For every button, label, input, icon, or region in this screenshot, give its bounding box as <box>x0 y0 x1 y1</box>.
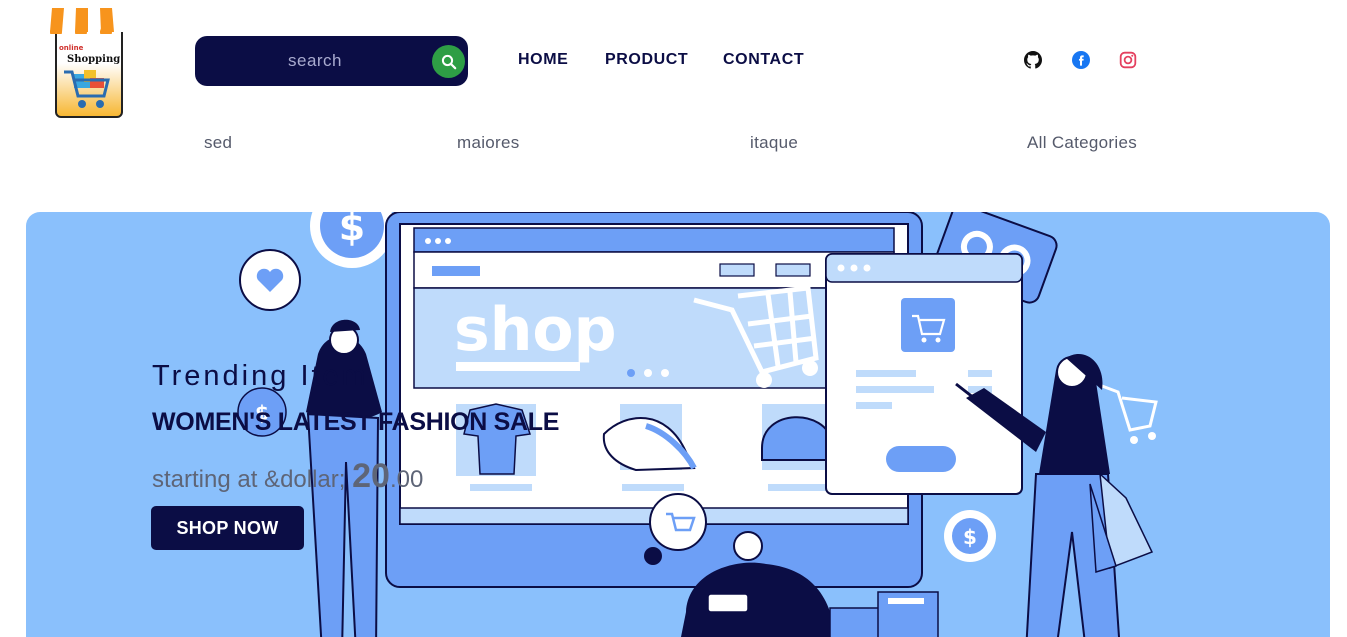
logo-text-online: online <box>59 44 84 52</box>
illustration-shop-word: shop <box>454 295 617 365</box>
awning-icon <box>50 8 128 34</box>
shop-now-button[interactable]: SHOP NOW <box>151 506 304 550</box>
nav-contact[interactable]: CONTACT <box>723 51 804 69</box>
banner-price: starting at &dollar; 20.00 <box>152 457 423 496</box>
banner-trending-label: Trending Item <box>152 360 369 392</box>
search-bar <box>195 36 468 86</box>
instagram-icon[interactable] <box>1119 51 1137 69</box>
svg-text:$: $ <box>963 525 977 549</box>
logo-text-shopping: Shopping <box>67 54 121 65</box>
nav-product[interactable]: PRODUCT <box>605 51 688 69</box>
category-sed[interactable]: sed <box>204 133 232 153</box>
search-button[interactable] <box>432 45 465 78</box>
search-icon <box>441 54 456 69</box>
nav-home[interactable]: HOME <box>518 51 568 69</box>
svg-text:$: $ <box>339 212 365 249</box>
price-whole: 20 <box>352 457 390 495</box>
category-itaque[interactable]: itaque <box>750 133 798 153</box>
github-icon[interactable] <box>1024 51 1042 69</box>
search-input[interactable] <box>215 36 415 86</box>
cart-icon <box>64 70 110 108</box>
price-cents: .00 <box>389 466 424 493</box>
category-all[interactable]: All Categories <box>1027 133 1137 153</box>
price-prefix: starting at &dollar; <box>152 466 353 493</box>
banner-headline: WOMEN'S LATEST FASHION SALE <box>152 408 560 436</box>
facebook-icon[interactable] <box>1072 51 1090 69</box>
category-maiores[interactable]: maiores <box>457 133 520 153</box>
site-logo[interactable]: online Shopping <box>46 4 130 120</box>
